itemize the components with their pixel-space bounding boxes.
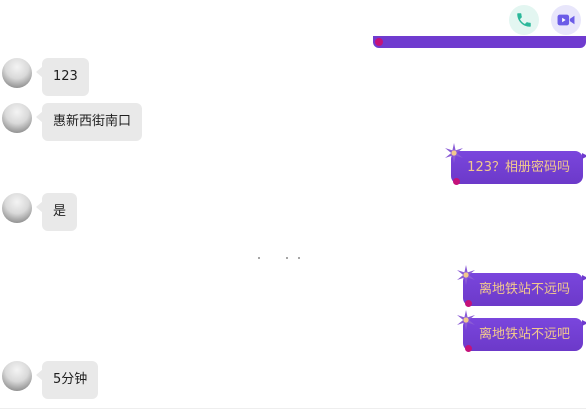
message-text: 123？相册密码吗 — [467, 160, 570, 175]
bubble-accent-dot — [464, 300, 472, 307]
message-text: 惠新西街南口 — [53, 114, 132, 129]
phone-icon — [517, 13, 531, 27]
outgoing-message-bubble: 离地铁站不远吧 — [456, 310, 586, 352]
previous-outgoing-bubble — [373, 36, 586, 48]
bubble-accent-dot — [464, 345, 472, 352]
message-text: 离地铁站不远吧 — [478, 327, 570, 342]
outgoing-message-bubble: 离地铁站不远吗 — [456, 265, 586, 307]
message-text: 123 — [53, 69, 78, 84]
sparkle-decoration-icon — [456, 310, 475, 330]
voice-call-button[interactable] — [509, 5, 539, 35]
sparkle-decoration-icon — [456, 265, 475, 285]
divider — [0, 408, 586, 409]
contact-avatar[interactable] — [2, 193, 32, 223]
message-text: 离地铁站不远吗 — [478, 282, 570, 297]
incoming-message-bubble: 5分钟 — [35, 361, 99, 399]
video-camera-icon — [557, 14, 575, 26]
contact-avatar[interactable] — [2, 58, 32, 88]
sparkle-decoration-icon — [445, 143, 464, 163]
chat-window: 123 惠新西街南口 123？相册密码吗 是 离地铁站不远吗 离地铁站不远吧 5… — [0, 0, 586, 410]
contact-avatar[interactable] — [2, 361, 32, 391]
loading-specks — [256, 255, 306, 261]
contact-avatar[interactable] — [2, 103, 32, 133]
bubble-accent-dot — [453, 178, 461, 185]
incoming-message-bubble: 是 — [35, 193, 78, 231]
bubble-tip — [582, 320, 586, 326]
message-text: 5分钟 — [53, 372, 88, 387]
video-call-button[interactable] — [551, 5, 581, 35]
incoming-message-bubble: 123 — [36, 58, 89, 96]
outgoing-message-bubble: 123？相册密码吗 — [445, 143, 586, 185]
message-text: 是 — [53, 204, 67, 219]
bubble-tip — [582, 153, 586, 159]
bubble-tip — [582, 275, 586, 281]
incoming-message-bubble: 惠新西街南口 — [35, 103, 143, 141]
